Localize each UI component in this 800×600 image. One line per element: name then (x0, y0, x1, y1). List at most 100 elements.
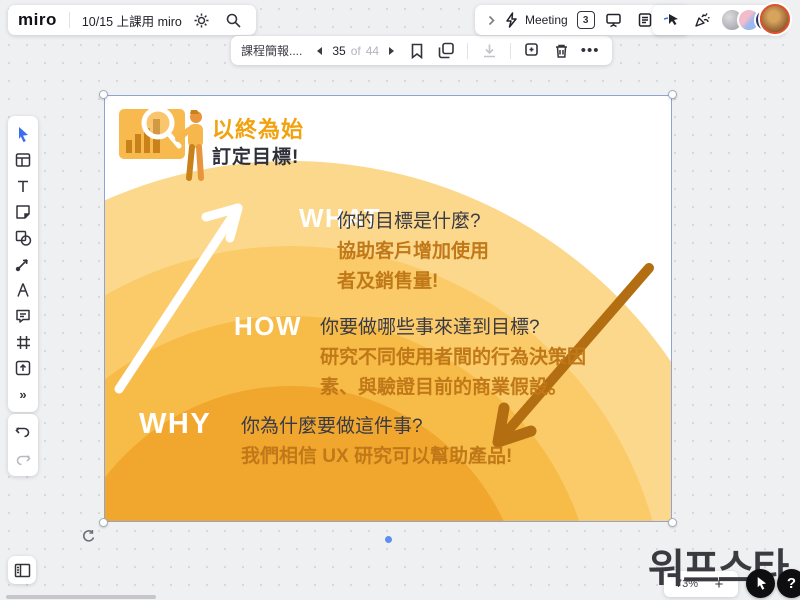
zoom-controls: 73% + (664, 571, 738, 597)
settings-button[interactable] (190, 8, 214, 32)
frame-icon (16, 335, 31, 350)
search-button[interactable] (222, 8, 246, 32)
collapse-meeting-button[interactable] (484, 8, 498, 32)
answer-how-line1: 研究不同使用者間的行為決策因 (320, 343, 586, 373)
tool-frame[interactable] (10, 330, 36, 354)
answer-what-line1: 協助客戶增加使用 (337, 237, 489, 267)
question-what: 你的目標是什麼? (337, 207, 489, 237)
arrow-left-icon (315, 46, 323, 56)
tool-more[interactable]: » (10, 382, 36, 406)
page-of-label: of (351, 44, 361, 58)
miro-logo[interactable]: miro (18, 10, 57, 30)
frame-name[interactable]: 課程簡報.... (241, 42, 302, 59)
history-panel (8, 414, 38, 476)
hand-pointer-icon (753, 576, 768, 591)
tool-rail: » (8, 116, 38, 412)
divider (510, 43, 511, 59)
slide-title: 以終為始 (212, 112, 304, 144)
resize-handle-top-left[interactable] (99, 90, 108, 99)
rotate-handle[interactable] (82, 529, 96, 543)
answer-why-line1: 我們相信 UX 研究可以幫助產品! (241, 442, 512, 472)
help-button[interactable]: ? (777, 569, 800, 598)
meeting-label[interactable]: Meeting (525, 13, 568, 27)
tool-comment[interactable] (10, 304, 36, 328)
tool-connector[interactable] (10, 252, 36, 276)
connector-icon (15, 256, 31, 272)
comment-icon (15, 308, 31, 324)
timer-badge: 3 (583, 15, 589, 26)
up-arrow-graphic (105, 196, 255, 406)
text-icon (16, 179, 30, 194)
reactions-button[interactable] (690, 8, 714, 32)
keyword-why: WHY (139, 408, 211, 441)
bookmark-icon (410, 43, 424, 59)
zoom-in-button[interactable]: + (712, 576, 726, 593)
arrow-right-icon (388, 46, 396, 56)
delete-button[interactable] (549, 39, 573, 63)
tool-shapes[interactable] (10, 226, 36, 250)
pointer-button[interactable] (746, 569, 775, 598)
tool-text[interactable] (10, 174, 36, 198)
resize-handle-bottom-left[interactable] (99, 518, 108, 527)
board-title[interactable]: 10/15 上課用 miro (82, 11, 182, 30)
chevron-right-icon (488, 15, 495, 26)
research-illustration (117, 102, 217, 184)
app-header: miro 10/15 上課用 miro (8, 5, 256, 35)
lightning-icon (505, 12, 518, 28)
tool-templates[interactable] (10, 148, 36, 172)
current-page: 35 (332, 44, 345, 58)
total-pages: 44 (366, 44, 379, 58)
keyword-how: HOW (234, 311, 302, 342)
zoom-level[interactable]: 73% (676, 578, 698, 590)
notes-icon (637, 12, 653, 28)
tool-pen[interactable] (10, 278, 36, 302)
more-options-button[interactable]: ••• (578, 39, 602, 63)
redo-button[interactable] (11, 447, 35, 471)
undo-icon (15, 425, 31, 438)
tool-upload[interactable] (10, 356, 36, 380)
upload-icon (15, 360, 31, 376)
question-why: 你為什麼要做這件事? (241, 412, 512, 442)
resize-handle-bottom-right[interactable] (668, 518, 677, 527)
shapes-icon (15, 230, 32, 246)
double-chevron-right-icon: » (19, 387, 26, 402)
frame-toolbar: 課程簡報.... 35 of 44 (231, 36, 612, 65)
presentation-icon (605, 12, 622, 28)
bookmark-button[interactable] (405, 39, 429, 63)
own-avatar[interactable] (760, 4, 790, 34)
selected-frame[interactable]: 以終為始 訂定目標! WHAT 你的目標是什麼? 協助客戶增加使用 者及銷售量!… (104, 95, 672, 522)
question-mark-icon: ? (787, 575, 796, 592)
next-frame-button[interactable] (384, 39, 400, 63)
celebrate-icon (694, 12, 711, 28)
section-why-text: 你為什麼要做這件事? 我們相信 UX 研究可以幫助產品! (241, 412, 512, 472)
duplicate-button[interactable] (520, 39, 544, 63)
question-how: 你要做哪些事來達到目標? (320, 313, 586, 343)
section-how-text: 你要做哪些事來達到目標? 研究不同使用者間的行為決策因 素、與驗證目前的商業假設… (320, 313, 586, 403)
frame-context-dot[interactable] (385, 536, 392, 543)
undo-button[interactable] (11, 419, 35, 443)
sticky-note-icon (15, 204, 31, 220)
frames-panel-toggle[interactable] (8, 556, 36, 584)
redo-icon (15, 453, 31, 466)
pages-icon (438, 42, 455, 59)
slide-canvas[interactable]: 以終為始 訂定目標! WHAT 你的目標是什麼? 協助客戶增加使用 者及銷售量!… (104, 95, 672, 522)
gear-icon (193, 12, 210, 29)
pen-icon (16, 282, 30, 298)
scrollbar-horizontal[interactable] (6, 595, 156, 599)
laser-pointer-icon (663, 12, 681, 28)
prev-frame-button[interactable] (311, 39, 327, 63)
laser-pointer-button[interactable] (660, 8, 684, 32)
tool-select[interactable] (10, 122, 36, 146)
tool-sticky-note[interactable] (10, 200, 36, 224)
copy-frames-button[interactable] (434, 39, 458, 63)
ellipsis-icon: ••• (581, 42, 600, 59)
present-button[interactable] (602, 8, 626, 32)
download-button[interactable] (477, 39, 501, 63)
timer-button[interactable]: 3 (577, 11, 595, 29)
resize-handle-top-right[interactable] (668, 90, 677, 99)
section-what-text: 你的目標是什麼? 協助客戶增加使用 者及銷售量! (337, 207, 489, 297)
download-icon (482, 43, 497, 59)
divider (467, 43, 468, 59)
templates-icon (15, 152, 31, 168)
answer-what-line2: 者及銷售量! (337, 267, 489, 297)
